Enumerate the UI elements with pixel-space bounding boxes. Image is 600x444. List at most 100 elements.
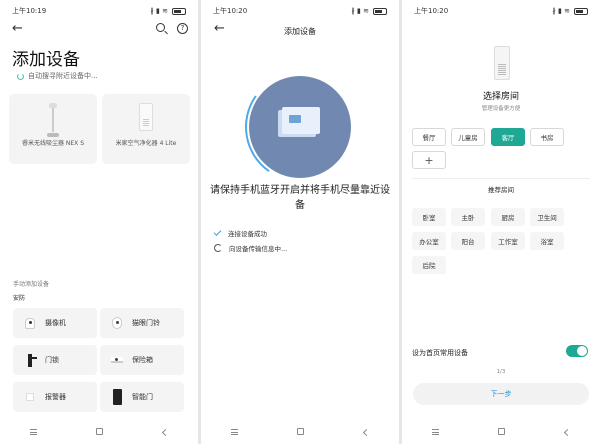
page-indicator: 1/3: [496, 369, 506, 375]
device-type-label: 摄像机: [45, 319, 66, 327]
door-lock-icon: [28, 353, 37, 367]
status-time: 上午10:19: [12, 7, 47, 15]
menu-icon: [230, 429, 238, 435]
device-type-label: 猫眼门铃: [132, 319, 160, 327]
manual-add-title: 手动添加设备: [13, 281, 50, 288]
scan-text: 自动搜寻附近设备中...: [28, 72, 98, 80]
help-icon[interactable]: ?: [177, 23, 188, 34]
status-time: 上午10:20: [414, 7, 449, 15]
connecting-screen: 上午10:20 ∦ ▮ ≋ ← 添加设备 请保持手机蓝牙开启并将手机尽量靠近设备…: [201, 0, 399, 444]
category-label: 安防: [13, 295, 26, 302]
recommended-room-chip[interactable]: 阳台: [451, 232, 485, 250]
recommended-room-chip[interactable]: 办公室: [412, 232, 446, 250]
scanning-spinner-icon: [17, 72, 24, 80]
home-nav-button[interactable]: [84, 428, 114, 438]
status-bar: 上午10:19 ∦ ▮ ≋: [12, 5, 186, 17]
back-nav-button[interactable]: [351, 428, 381, 438]
favorite-toggle[interactable]: [566, 345, 588, 357]
bluetooth-instruction: 请保持手机蓝牙开启并将手机尽量靠近设备: [210, 185, 390, 211]
recommended-room-chip[interactable]: 卫生间: [530, 208, 564, 226]
status-bar: 上午10:20 ∦ ▮ ≋: [414, 5, 588, 17]
menu-nav-button[interactable]: [219, 428, 249, 438]
menu-icon: [29, 429, 37, 435]
air-purifier-icon: [139, 103, 153, 131]
home-icon: [497, 428, 505, 435]
step-connected: 连接设备成功: [213, 228, 267, 238]
step-label: 连接设备成功: [228, 230, 267, 238]
device-type-camera[interactable]: 摄像机: [13, 308, 97, 338]
device-type-label: 报警器: [45, 393, 66, 401]
home-icon: [95, 428, 103, 435]
doorbell-icon: [112, 317, 122, 329]
page-title: 添加设备: [12, 50, 80, 70]
device-type-safe[interactable]: 保险箱: [100, 345, 184, 375]
system-nav-bar: [0, 422, 198, 444]
room-chip[interactable]: 餐厅: [412, 128, 446, 146]
step-transferring: 向设备传输信息中...: [214, 243, 287, 253]
home-nav-button[interactable]: [486, 428, 516, 438]
device-name: 睿米无线吸尘器 NEX S: [21, 140, 84, 147]
step-label: 向设备传输信息中...: [229, 245, 288, 253]
status-icons: ∦ ▮ ≋: [351, 7, 387, 15]
recommended-room-chip[interactable]: 厨房: [491, 208, 525, 226]
vacuum-icon: [45, 103, 61, 137]
battery-icon: [574, 7, 588, 15]
recommended-room-chip[interactable]: 卧室: [412, 208, 446, 226]
back-icon: [563, 428, 571, 437]
signal-icons: ∦ ▮ ≋: [552, 7, 570, 15]
page-title: 选择房间: [482, 92, 519, 102]
status-bar: 上午10:20 ∦ ▮ ≋: [213, 5, 387, 17]
recommended-room-chip[interactable]: 后院: [412, 256, 446, 274]
device-illustration-icon: [282, 107, 320, 134]
device-type-label: 保险箱: [132, 356, 153, 364]
device-type-smart-door[interactable]: 智能门: [100, 382, 184, 412]
air-purifier-icon: [494, 46, 510, 80]
home-icon: [296, 428, 304, 435]
recommended-room-chip[interactable]: 主卧: [451, 208, 485, 226]
back-icon: [161, 428, 169, 437]
scan-status: 自动搜寻附近设备中...: [17, 71, 98, 81]
device-type-doorbell[interactable]: 猫眼门铃: [100, 308, 184, 338]
favorite-toggle-label: 设为首页常用设备: [412, 349, 468, 357]
page-title: 添加设备: [284, 27, 316, 36]
signal-icons: ∦ ▮ ≋: [150, 7, 168, 15]
device-type-lock[interactable]: 门锁: [13, 345, 97, 375]
system-nav-bar: [201, 422, 399, 444]
room-chip[interactable]: 儿童房: [451, 128, 485, 146]
status-icons: ∦ ▮ ≋: [150, 7, 186, 15]
checkmark-icon: [213, 228, 222, 236]
add-device-screen: 上午10:19 ∦ ▮ ≋ ← ? 添加设备 自动搜寻附近设备中... 睿米无线…: [0, 0, 198, 444]
room-chip[interactable]: 书房: [530, 128, 564, 146]
menu-icon: [431, 429, 439, 435]
back-nav-button[interactable]: [552, 428, 582, 438]
battery-icon: [172, 7, 186, 15]
recommended-title: 推荐房间: [488, 186, 514, 194]
device-type-alarm[interactable]: 报警器: [13, 382, 97, 412]
found-device-card[interactable]: 米家空气净化器 4 Lite: [102, 94, 190, 164]
room-chip-selected[interactable]: 客厅: [491, 128, 525, 146]
signal-icons: ∦ ▮ ≋: [351, 7, 369, 15]
found-device-card[interactable]: 睿米无线吸尘器 NEX S: [9, 94, 97, 164]
choose-room-screen: 上午10:20 ∦ ▮ ≋ 选择房间 管理设备更方便 餐厅 儿童房 客厅 书房 …: [402, 0, 600, 444]
add-room-button[interactable]: +: [412, 151, 446, 169]
search-icon[interactable]: [156, 23, 165, 32]
alarm-icon: [26, 393, 34, 401]
home-nav-button[interactable]: [285, 428, 315, 438]
status-icons: ∦ ▮ ≋: [552, 7, 588, 15]
status-time: 上午10:20: [213, 7, 248, 15]
device-name: 米家空气净化器 4 Lite: [115, 140, 177, 147]
device-type-label: 门锁: [45, 356, 59, 364]
back-icon: [362, 428, 370, 437]
loading-spinner-icon: [214, 244, 222, 252]
recommended-room-chip[interactable]: 工作室: [491, 232, 525, 250]
recommended-room-chip[interactable]: 浴室: [530, 232, 564, 250]
back-nav-button[interactable]: [150, 428, 180, 438]
next-button[interactable]: 下一步: [413, 383, 589, 405]
device-type-label: 智能门: [132, 393, 153, 401]
menu-nav-button[interactable]: [18, 428, 48, 438]
divider: [412, 178, 590, 179]
menu-nav-button[interactable]: [420, 428, 450, 438]
back-arrow-icon[interactable]: ←: [12, 21, 23, 36]
battery-icon: [373, 7, 387, 15]
system-nav-bar: [402, 422, 600, 444]
